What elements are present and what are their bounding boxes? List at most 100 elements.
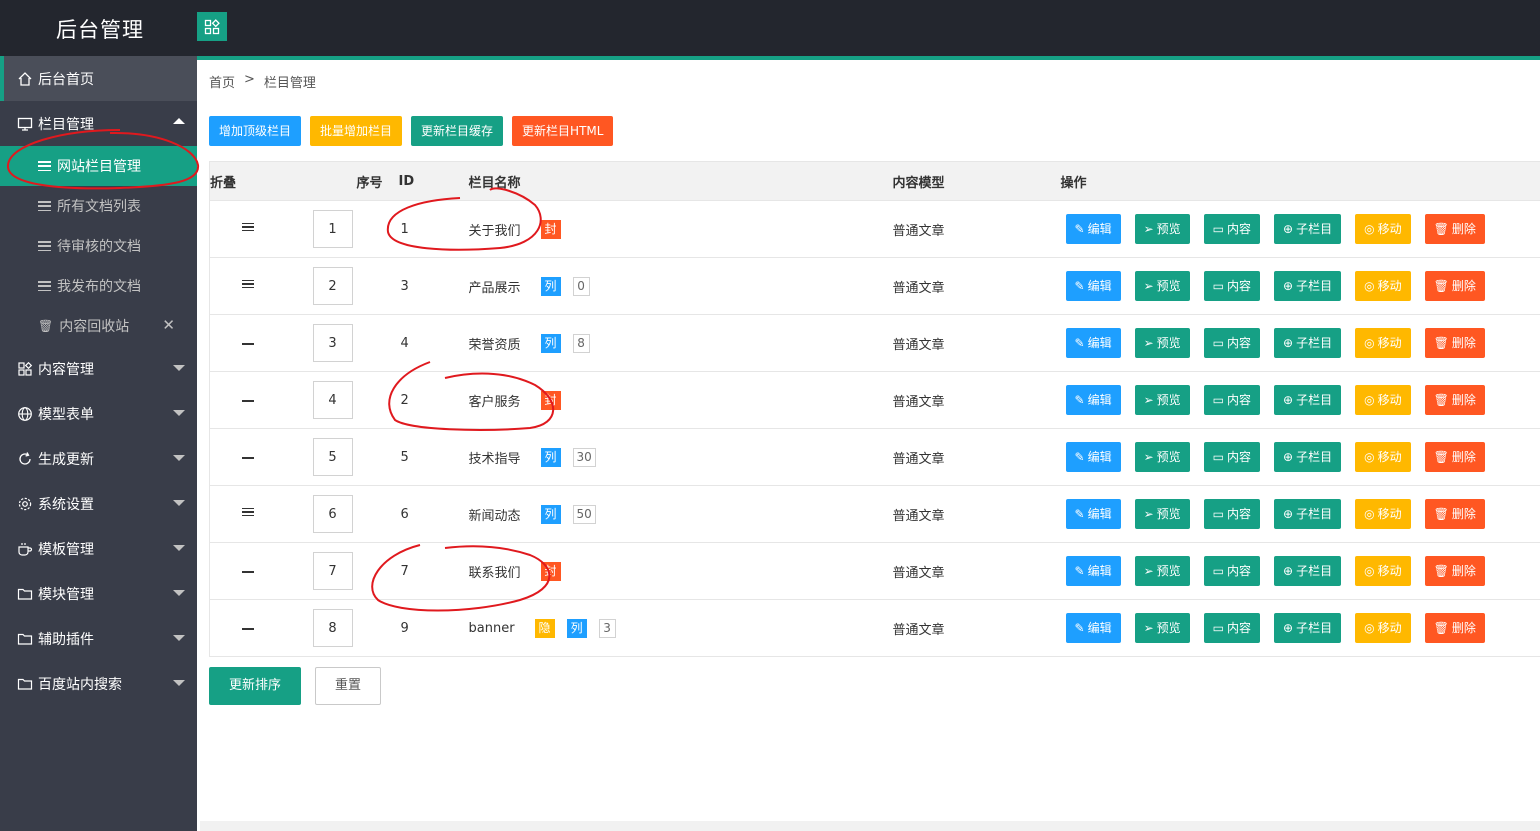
sort-input[interactable] [312,495,353,533]
trash-button[interactable]: 🗑 删除 [1424,499,1485,529]
collapse-icon[interactable] [241,569,254,575]
move-button[interactable]: ◎ 移动 [1355,556,1411,586]
sort-input[interactable] [312,609,353,647]
column-name[interactable]: banner [469,621,515,636]
send-button[interactable]: ➢ 预览 [1134,385,1190,415]
add-circle-button[interactable]: ⊕ 子栏目 [1274,214,1342,244]
folder-button[interactable]: ▭ 内容 [1203,271,1261,301]
folder-button[interactable]: ▭ 内容 [1203,499,1261,529]
folder-button[interactable]: ▭ 内容 [1203,385,1261,415]
trash-button[interactable]: 🗑 删除 [1424,442,1485,472]
sidebar-item-model-forms[interactable]: 模型表单 [0,391,197,436]
pencil-button[interactable]: ✎ 编辑 [1065,499,1121,529]
expand-icon[interactable] [241,221,254,234]
folder-button[interactable]: ▭ 内容 [1203,442,1261,472]
column-name[interactable]: 技术指导 [469,448,521,467]
move-button[interactable]: ◎ 移动 [1355,214,1411,244]
sidebar-item-generate-update[interactable]: 生成更新 [0,436,197,481]
sidebar-item-content-mgmt[interactable]: 内容管理 [0,346,197,391]
pencil-button[interactable]: ✎ 编辑 [1065,271,1121,301]
trash-button[interactable]: 🗑 删除 [1424,385,1485,415]
add-top-column-button[interactable]: 增加顶级栏目 [209,116,302,146]
sort-input[interactable] [312,210,353,248]
trash-button[interactable]: 🗑 删除 [1424,613,1485,643]
collapse-icon[interactable] [241,626,254,632]
column-name[interactable]: 产品展示 [469,277,521,296]
add-circle-button[interactable]: ⊕ 子栏目 [1274,385,1342,415]
move-button[interactable]: ◎ 移动 [1355,385,1411,415]
sort-input[interactable] [312,381,353,419]
menu-toggle-button[interactable] [197,12,227,41]
sidebar-subitem-pending-docs[interactable]: 待审核的文档 [0,226,197,266]
button-label: 内容 [1227,393,1252,407]
add-circle-button[interactable]: ⊕ 子栏目 [1274,442,1342,472]
add-circle-button[interactable]: ⊕ 子栏目 [1274,613,1342,643]
sidebar-subitem-recycle-bin[interactable]: 🗑 内容回收站 ✕ [0,306,197,346]
sidebar-item-system-settings[interactable]: 系统设置 [0,481,197,526]
pencil-button[interactable]: ✎ 编辑 [1065,442,1121,472]
send-button[interactable]: ➢ 预览 [1134,271,1190,301]
reset-button[interactable]: 重置 [315,667,381,705]
add-circle-button[interactable]: ⊕ 子栏目 [1274,499,1342,529]
sidebar-item-template-mgmt[interactable]: 模板管理 [0,526,197,571]
sort-input[interactable] [312,552,353,590]
close-icon[interactable]: ✕ [162,316,175,334]
send-button[interactable]: ➢ 预览 [1134,556,1190,586]
send-button[interactable]: ➢ 预览 [1134,328,1190,358]
sort-input[interactable] [312,324,353,362]
add-circle-button[interactable]: ⊕ 子栏目 [1274,556,1342,586]
add-circle-button[interactable]: ⊕ 子栏目 [1274,328,1342,358]
move-button[interactable]: ◎ 移动 [1355,442,1411,472]
expand-icon[interactable] [241,506,254,519]
sidebar-item-module-mgmt[interactable]: 模块管理 [0,571,197,616]
trash-button[interactable]: 🗑 删除 [1424,271,1485,301]
send-button[interactable]: ➢ 预览 [1134,214,1190,244]
folder-button[interactable]: ▭ 内容 [1203,214,1261,244]
sidebar-item-plugins[interactable]: 辅助插件 [0,616,197,661]
send-button[interactable]: ➢ 预览 [1134,613,1190,643]
folder-button[interactable]: ▭ 内容 [1203,328,1261,358]
pencil-button[interactable]: ✎ 编辑 [1065,214,1121,244]
collapse-icon[interactable] [241,341,254,347]
trash-button[interactable]: 🗑 删除 [1424,328,1485,358]
table-row: 2客户服务封普通文章✎编辑➢预览▭内容⊕子栏目◎移动🗑删除 [209,371,1540,429]
sidebar-subitem-website-columns[interactable]: 网站栏目管理 [0,146,197,186]
batch-add-column-button[interactable]: 批量增加栏目 [310,116,403,146]
sort-input[interactable] [312,267,353,305]
sidebar-item-column-mgmt[interactable]: 栏目管理 [0,101,197,146]
pencil-button[interactable]: ✎ 编辑 [1065,328,1121,358]
add-circle-icon: ⊕ [1283,393,1294,407]
pencil-button[interactable]: ✎ 编辑 [1065,556,1121,586]
pencil-button[interactable]: ✎ 编辑 [1065,385,1121,415]
move-button[interactable]: ◎ 移动 [1355,613,1411,643]
update-sort-button[interactable]: 更新排序 [209,667,301,705]
trash-button[interactable]: 🗑 删除 [1424,556,1485,586]
expand-icon[interactable] [241,278,254,291]
sort-input[interactable] [312,438,353,476]
trash-button[interactable]: 🗑 删除 [1424,214,1485,244]
collapse-icon[interactable] [241,398,254,404]
sidebar-subitem-my-docs[interactable]: 我发布的文档 [0,266,197,306]
column-name[interactable]: 新闻动态 [469,505,521,524]
move-button[interactable]: ◎ 移动 [1355,499,1411,529]
folder-button[interactable]: ▭ 内容 [1203,613,1261,643]
refresh-html-button[interactable]: 更新栏目HTML [512,116,614,146]
column-name[interactable]: 关于我们 [469,220,521,239]
sidebar-item-home[interactable]: 后台首页 [0,56,197,101]
column-name[interactable]: 客户服务 [469,391,521,410]
sidebar-item-baidu-search[interactable]: 百度站内搜索 [0,661,197,706]
column-name[interactable]: 联系我们 [469,562,521,581]
sidebar-subitem-all-docs[interactable]: 所有文档列表 [0,186,197,226]
move-button[interactable]: ◎ 移动 [1355,328,1411,358]
add-circle-button[interactable]: ⊕ 子栏目 [1274,271,1342,301]
horizontal-scrollbar[interactable] [200,821,1540,831]
move-button[interactable]: ◎ 移动 [1355,271,1411,301]
refresh-cache-button[interactable]: 更新栏目缓存 [411,116,504,146]
send-button[interactable]: ➢ 预览 [1134,442,1190,472]
collapse-icon[interactable] [241,455,254,461]
column-name[interactable]: 荣誉资质 [469,334,521,353]
breadcrumb-home[interactable]: 首页 [209,72,235,91]
pencil-button[interactable]: ✎ 编辑 [1065,613,1121,643]
folder-button[interactable]: ▭ 内容 [1203,556,1261,586]
send-button[interactable]: ➢ 预览 [1134,499,1190,529]
